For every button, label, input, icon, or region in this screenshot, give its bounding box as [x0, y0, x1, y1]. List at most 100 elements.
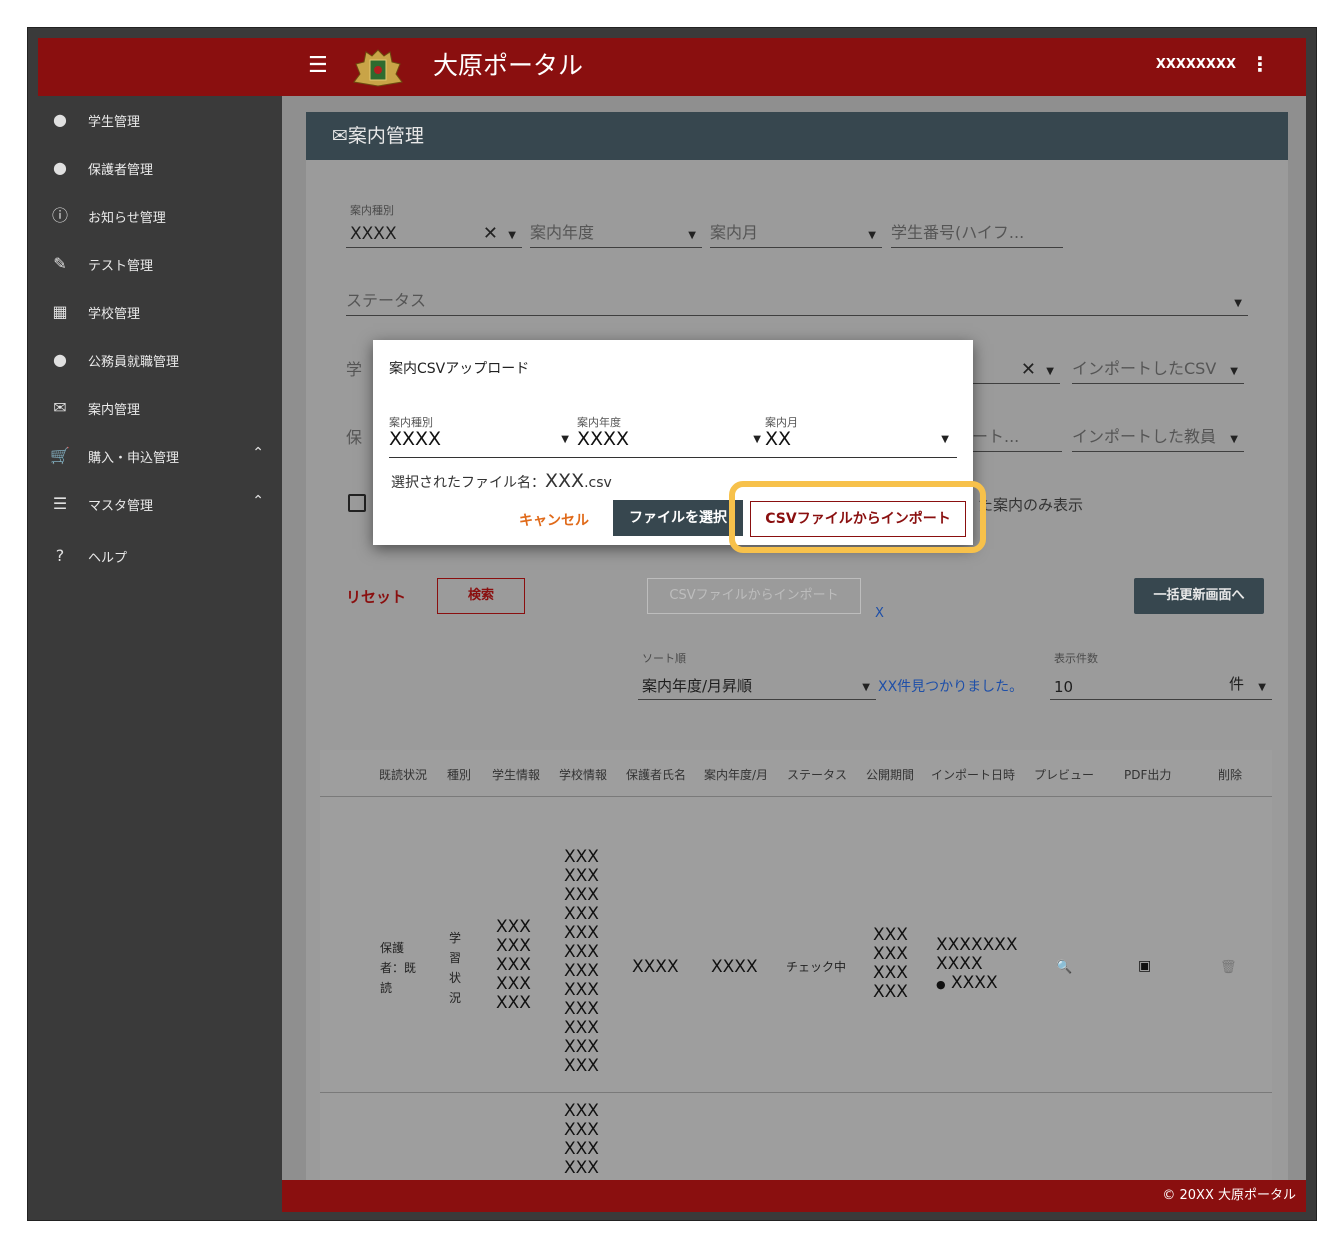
field-value: 10	[1054, 678, 1074, 696]
school-info-cell: XXX XXX XXX XXX	[564, 1101, 599, 1178]
callout-highlight	[729, 481, 986, 553]
school-clear-area[interactable]: ✕ ▼	[972, 352, 1060, 384]
hamburger-icon[interactable]: ☰	[308, 54, 328, 78]
status-cell: チェック中	[786, 960, 847, 974]
bulk-update-button[interactable]: 一括更新画面へ	[1134, 578, 1264, 614]
person-icon: ●	[936, 978, 946, 991]
filter-checkbox[interactable]	[348, 494, 366, 512]
guides-table: 既読状況 種別 学生情報 学校情報 保護者氏名 案内年度/月 ステータス 公開期…	[320, 750, 1272, 1180]
crest-logo	[353, 49, 403, 87]
close-icon[interactable]: ✕	[483, 223, 498, 244]
column-header: PDF出力	[1124, 768, 1172, 782]
sidebar-item-label: 購入・申込管理	[88, 451, 180, 466]
row-divider	[320, 1092, 1272, 1093]
main-content: ✉案内管理 案内種別 XXXX ✕ ▼ 案内年度 ▼ 案内月 ▼ 学生番号(ハイ…	[282, 96, 1306, 1180]
page-title: ✉案内管理	[306, 112, 1288, 160]
chevron-down-icon: ▼	[941, 434, 949, 445]
sidebar-item-help[interactable]: ? ヘルプ	[38, 536, 282, 576]
column-header: 削除	[1218, 768, 1243, 782]
imported-teacher-select[interactable]: インポートした教員 ▼	[1072, 420, 1244, 452]
dialog-guide-type-select[interactable]: 案内種別 XXXX ▼	[389, 414, 575, 458]
column-header: 既読状況	[379, 768, 428, 782]
column-header: 保護者氏名	[626, 768, 687, 782]
chevron-up-icon[interactable]: ⌃	[252, 493, 264, 509]
chevron-down-icon: ▼	[561, 434, 569, 445]
partial-field[interactable]: ート...	[972, 420, 1062, 452]
choose-file-button[interactable]: ファイルを選択	[613, 500, 743, 536]
import-date-cell: XXXXXXX XXXX ● XXXX	[936, 935, 1018, 993]
csv-clear-button[interactable]: X	[875, 606, 884, 621]
sidebar-item-schools[interactable]: ▦ 学校管理	[38, 292, 282, 332]
per-page-select[interactable]: 表示件数 10 件 ▼	[1050, 652, 1272, 700]
field-label: ソート順	[642, 652, 686, 665]
results-count: XX件見つかりました。	[878, 679, 1024, 695]
building-icon: ▦	[52, 302, 68, 321]
sidebar-item-label: 案内管理	[88, 403, 141, 418]
sidebar-item-guides[interactable]: ✉ 案内管理	[38, 388, 282, 428]
column-header: 種別	[447, 768, 472, 782]
column-header: 公開期間	[866, 768, 915, 782]
sidebar-item-purchases[interactable]: 🛒 購入・申込管理 ⌃	[38, 436, 282, 476]
dialog-guide-month-select[interactable]: 案内月 XX ▼	[765, 414, 955, 458]
mail-icon: ✉	[332, 125, 348, 147]
chevron-down-icon: ▼	[508, 230, 516, 241]
close-icon[interactable]: ✕	[1021, 359, 1036, 380]
footer: © 20XX 大原ポータル	[282, 1180, 1306, 1212]
field-value: XXXX	[350, 224, 397, 244]
app-title: 大原ポータル	[433, 51, 584, 80]
field-value: XXXX	[389, 428, 442, 450]
cancel-button[interactable]: キャンセル	[519, 510, 589, 530]
school-info-cell: XXX XXX XXX XXX XXX XXX XXX XXX XXX XXX …	[564, 847, 599, 1076]
sidebar-item-tests[interactable]: ✎ テスト管理	[38, 244, 282, 284]
column-header: ステータス	[787, 768, 848, 782]
field-label: 案内種別	[350, 204, 394, 217]
chevron-down-icon: ▼	[688, 230, 696, 241]
status-select[interactable]: ステータス ▼	[346, 284, 1248, 316]
period-cell: XXX XXX XXX XXX	[873, 925, 908, 1002]
csv-import-button-disabled[interactable]: CSVファイルからインポート	[647, 578, 861, 614]
more-vertical-icon[interactable]: ⋮	[1250, 52, 1270, 76]
column-header: 学校情報	[559, 768, 608, 782]
pdf-icon[interactable]: ▣	[1138, 957, 1151, 976]
field-underline	[389, 457, 957, 458]
chevron-down-icon: ▼	[1234, 298, 1242, 309]
column-header: プレビュー	[1034, 768, 1095, 782]
person-icon: ●	[53, 158, 67, 177]
sidebar-item-guardians[interactable]: ● 保護者管理	[38, 148, 282, 188]
column-header: 案内年度/月	[704, 768, 769, 782]
sort-order-select[interactable]: ソート順 案内年度/月昇順 ▼	[638, 652, 876, 700]
dialog-guide-year-select[interactable]: 案内年度 XXXX ▼	[577, 414, 767, 458]
sidebar-item-label: ヘルプ	[88, 551, 128, 566]
chevron-up-icon[interactable]: ⌃	[252, 445, 264, 461]
chevron-down-icon: ▼	[1258, 682, 1266, 693]
trash-icon[interactable]: 🗑	[1220, 958, 1237, 977]
guardian-name-cell: XXXX	[632, 957, 679, 977]
student-number-input[interactable]: 学生番号(ハイフ...	[891, 216, 1063, 248]
guide-month-select[interactable]: 案内月 ▼	[710, 216, 882, 248]
column-header: インポート日時	[931, 768, 1016, 782]
search-button[interactable]: 検索	[437, 578, 525, 614]
imported-csv-select[interactable]: インポートしたCSV ▼	[1072, 352, 1244, 384]
guide-year-select[interactable]: 案内年度 ▼	[530, 216, 702, 248]
cart-icon: 🛒	[50, 446, 70, 465]
reset-button[interactable]: リセット	[346, 586, 406, 607]
per-page-unit: 件	[1228, 675, 1244, 693]
sidebar-item-notices[interactable]: ⓘ お知らせ管理	[38, 196, 282, 236]
read-status-cell: 保護者：既読	[380, 941, 417, 995]
sidebar-item-label: 保護者管理	[88, 163, 154, 178]
help-icon: ?	[55, 546, 65, 565]
search-icon[interactable]: 🔍	[1056, 958, 1072, 977]
user-name[interactable]: XXXXXXXX	[1156, 57, 1236, 72]
field-value: XXXX	[577, 428, 630, 450]
column-header: 学生情報	[492, 768, 541, 782]
header-divider	[320, 796, 1272, 797]
list-icon: ☰	[52, 494, 68, 513]
field-placeholder: 学生番号(ハイフ...	[891, 223, 1025, 242]
dialog-title: 案内CSVアップロード	[389, 361, 530, 377]
sidebar-item-master[interactable]: ☰ マスタ管理 ⌃	[38, 484, 282, 524]
sidebar-item-civil-service[interactable]: ● 公務員就職管理	[38, 340, 282, 380]
person-icon: ●	[53, 350, 67, 369]
sidebar-item-label: 公務員就職管理	[88, 355, 180, 370]
guide-type-select[interactable]: 案内種別 XXXX ✕ ▼	[346, 204, 522, 248]
sidebar-item-students[interactable]: ● 学生管理	[38, 100, 282, 140]
